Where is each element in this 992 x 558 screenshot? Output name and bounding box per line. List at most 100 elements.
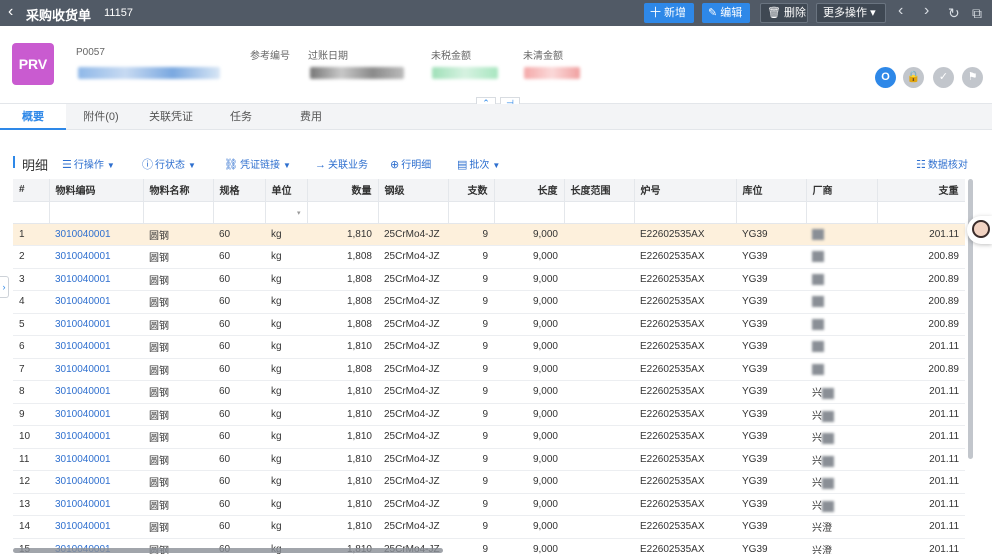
material-code-cell[interactable]: 3010040001 xyxy=(49,223,143,246)
new-button[interactable]: 十 新增 xyxy=(644,3,694,23)
column-filter-input[interactable] xyxy=(565,202,634,223)
previous-record-icon[interactable]: ‹ xyxy=(898,2,903,20)
horizontal-scrollbar[interactable] xyxy=(13,548,443,553)
batch-button[interactable]: ▤ 批次 ▼ xyxy=(457,156,500,171)
column-filter-input[interactable] xyxy=(144,202,213,223)
column-filter-cell[interactable] xyxy=(494,201,565,224)
column-filter-cell[interactable] xyxy=(564,201,635,224)
column-filter-cell[interactable] xyxy=(213,201,266,224)
material-code-cell[interactable]: 3010040001 xyxy=(49,313,143,336)
column-filter-input[interactable] xyxy=(807,202,877,223)
back-arrow-icon[interactable]: ‹ xyxy=(8,3,13,21)
material-code-cell[interactable]: 3010040001 xyxy=(49,403,143,426)
table-row[interactable]: 4 3010040001 圆钢 60 kg 1,808 25CrMo4-JZ 9 9,000 E2… xyxy=(13,290,965,314)
column-filter-cell[interactable] xyxy=(378,201,449,224)
column-header[interactable]: 厂商 xyxy=(806,179,878,202)
document-link-button[interactable]: ⛓ 凭证链接 ▼ xyxy=(224,156,291,171)
column-filter-input[interactable] xyxy=(214,202,265,223)
data-verify-button[interactable]: ☷ 数据核对 xyxy=(916,156,968,171)
column-header[interactable]: 物料名称 xyxy=(143,179,214,202)
column-header[interactable]: 支数 xyxy=(448,179,495,202)
column-filter-input[interactable] xyxy=(13,202,48,223)
column-header[interactable]: 支重 xyxy=(877,179,965,202)
material-code-cell[interactable]: 3010040001 xyxy=(49,358,143,381)
tab-expenses[interactable]: 费用 xyxy=(276,104,346,130)
column-filter-cell[interactable] xyxy=(877,201,965,224)
delete-button[interactable]: 🗑 删除 xyxy=(760,3,808,23)
table-row[interactable]: 9 3010040001 圆钢 60 kg 1,810 25CrMo4-JZ 9 9,000 E2… xyxy=(13,403,965,426)
material-code-cell[interactable]: 3010040001 xyxy=(49,515,143,539)
related-business-button[interactable]: → 关联业务 xyxy=(315,156,368,171)
column-filter-input[interactable]: ▾ xyxy=(266,202,307,223)
column-header[interactable]: 长度范围 xyxy=(564,179,635,202)
table-row[interactable]: 13 3010040001 圆钢 60 kg 1,810 25CrMo4-JZ 9 9,000 E… xyxy=(13,493,965,516)
column-header[interactable]: 数量 xyxy=(307,179,379,202)
material-code-cell[interactable]: 3010040001 xyxy=(49,268,143,291)
column-header[interactable]: 库位 xyxy=(736,179,807,202)
column-filter-input[interactable] xyxy=(308,202,378,223)
column-filter-cell[interactable] xyxy=(448,201,495,224)
column-filter-input[interactable] xyxy=(878,202,965,223)
column-filter-cell[interactable] xyxy=(736,201,807,224)
column-header[interactable]: 规格 xyxy=(213,179,266,202)
column-filter-cell[interactable] xyxy=(634,201,737,224)
tab-tasks[interactable]: 任务 xyxy=(206,104,276,130)
column-filter-cell[interactable] xyxy=(143,201,214,224)
material-code-cell[interactable]: 3010040001 xyxy=(49,470,143,494)
status-open-icon[interactable]: O xyxy=(875,67,896,88)
table-row[interactable]: 14 3010040001 圆钢 60 kg 1,810 25CrMo4-JZ 9 9,000 E… xyxy=(13,515,965,539)
tab-overview[interactable]: 概要 xyxy=(0,104,66,130)
left-panel-toggle[interactable]: › xyxy=(0,276,9,298)
column-filter-input[interactable] xyxy=(737,202,806,223)
material-code-cell[interactable]: 3010040001 xyxy=(49,335,143,359)
column-header[interactable]: 长度 xyxy=(494,179,565,202)
column-filter-input[interactable] xyxy=(379,202,448,223)
tab-related-documents[interactable]: 关联凭证 xyxy=(136,104,206,130)
column-header[interactable]: 钢级 xyxy=(378,179,449,202)
lock-icon[interactable]: 🔒 xyxy=(903,67,924,88)
more-actions-button[interactable]: 更多操作 ▾ xyxy=(816,3,886,23)
column-filter-input[interactable] xyxy=(495,202,564,223)
material-code-cell[interactable]: 3010040001 xyxy=(49,380,143,404)
table-row[interactable]: 7 3010040001 圆钢 60 kg 1,808 25CrMo4-JZ 9 9,000 E2… xyxy=(13,358,965,381)
column-filter-cell[interactable] xyxy=(49,201,144,224)
assistant-avatar[interactable] xyxy=(967,216,992,244)
table-row[interactable]: 1 3010040001 圆钢 60 kg 1,810 25CrMo4-JZ 9 9,000 E2… xyxy=(13,223,965,246)
next-record-icon[interactable]: › xyxy=(924,2,929,20)
row-status-button[interactable]: ⓘ 行状态 ▼ xyxy=(142,156,196,172)
refresh-icon[interactable]: ↻ xyxy=(948,4,960,22)
material-code-cell[interactable]: 3010040001 xyxy=(49,245,143,269)
column-header[interactable]: 炉号 xyxy=(634,179,737,202)
table-row[interactable]: 12 3010040001 圆钢 60 kg 1,810 25CrMo4-JZ 9 9,000 E… xyxy=(13,470,965,494)
column-filter-input[interactable] xyxy=(635,202,736,223)
table-row[interactable]: 2 3010040001 圆钢 60 kg 1,808 25CrMo4-JZ 9 9,000 E2… xyxy=(13,245,965,269)
material-code-cell[interactable]: 3010040001 xyxy=(49,290,143,314)
row-detail-button[interactable]: ⊕ 行明细 xyxy=(390,156,431,171)
material-code-cell[interactable]: 3010040001 xyxy=(49,493,143,516)
column-filter-input[interactable] xyxy=(50,202,143,223)
column-header[interactable]: # xyxy=(13,179,50,202)
table-row[interactable]: 5 3010040001 圆钢 60 kg 1,808 25CrMo4-JZ 9 9,000 E2… xyxy=(13,313,965,336)
column-header[interactable]: 物料编码 xyxy=(49,179,144,202)
table-row[interactable]: 6 3010040001 圆钢 60 kg 1,810 25CrMo4-JZ 9 9,000 E2… xyxy=(13,335,965,359)
filter-dropdown-icon[interactable]: ▾ xyxy=(297,209,301,217)
table-row[interactable]: 10 3010040001 圆钢 60 kg 1,810 25CrMo4-JZ 9 9,000 E… xyxy=(13,425,965,449)
column-header[interactable]: 单位 xyxy=(265,179,308,202)
edit-button[interactable]: ✎ 编辑 xyxy=(702,3,750,23)
row-operations-button[interactable]: ☰ 行操作 ▼ xyxy=(62,156,115,171)
open-external-icon[interactable]: ⧉ xyxy=(972,4,982,22)
column-filter-input[interactable] xyxy=(449,202,494,223)
flag-icon[interactable]: ⚑ xyxy=(962,67,983,88)
column-filter-cell[interactable] xyxy=(806,201,878,224)
material-code-cell[interactable]: 3010040001 xyxy=(49,425,143,449)
column-filter-cell[interactable]: ▾ xyxy=(265,201,308,224)
steel-grade-cell: 25CrMo4-JZ xyxy=(378,425,448,449)
table-row[interactable]: 8 3010040001 圆钢 60 kg 1,810 25CrMo4-JZ 9 9,000 E2… xyxy=(13,380,965,404)
column-filter-cell[interactable] xyxy=(13,201,50,224)
material-code-cell[interactable]: 3010040001 xyxy=(49,448,143,471)
check-icon[interactable]: ✓ xyxy=(933,67,954,88)
column-filter-cell[interactable] xyxy=(307,201,379,224)
table-row[interactable]: 3 3010040001 圆钢 60 kg 1,808 25CrMo4-JZ 9 9,000 E2… xyxy=(13,268,965,291)
table-row[interactable]: 11 3010040001 圆钢 60 kg 1,810 25CrMo4-JZ 9 9,000 E… xyxy=(13,448,965,471)
tab-attachments[interactable]: 附件(0) xyxy=(66,104,136,130)
